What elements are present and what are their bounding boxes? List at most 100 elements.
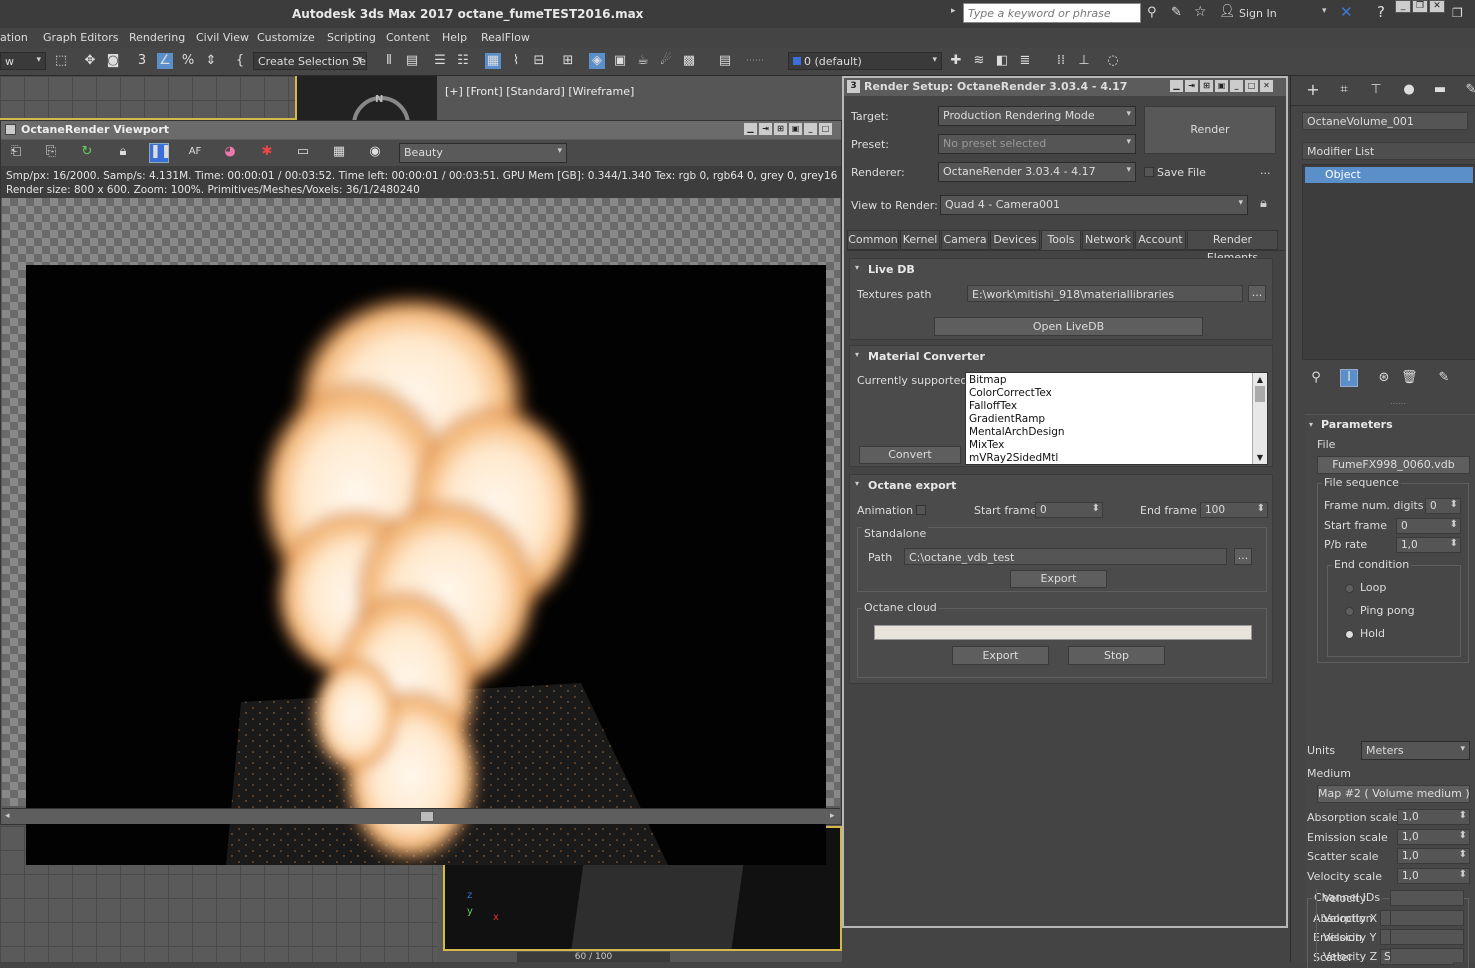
velocity-scale-spinner[interactable]: 1,0 xyxy=(1397,868,1470,884)
end-frame-spinner[interactable]: 100 xyxy=(1200,502,1268,518)
restore-icon[interactable]: ❐ xyxy=(1412,0,1428,13)
color-picker-icon[interactable]: ◕ xyxy=(222,144,238,160)
maximize-panel-icon[interactable]: □ xyxy=(819,123,832,135)
frame-digits-spinner[interactable]: 0 xyxy=(1425,498,1461,514)
motion-tab-icon[interactable]: ● xyxy=(1401,82,1417,98)
ruler-icon[interactable]: ⊥ xyxy=(1076,53,1092,69)
render-activeshade-icon[interactable]: ▩ xyxy=(681,53,697,69)
show-end-result-icon[interactable]: Ⅰ xyxy=(1340,369,1358,387)
float-icon[interactable]: ▣ xyxy=(789,123,802,135)
render-button[interactable]: Render xyxy=(1144,106,1276,154)
tab-network[interactable]: Network xyxy=(1082,230,1134,250)
display-tab-icon[interactable]: ▬ xyxy=(1432,82,1448,98)
scroll-up-icon[interactable]: ▲ xyxy=(1253,373,1267,386)
material-converter-title[interactable]: Material Converter xyxy=(868,350,985,363)
top-left-viewport[interactable] xyxy=(0,76,297,120)
channel-velocity-field[interactable] xyxy=(1390,890,1464,906)
rendered-frame-icon[interactable]: ▣ xyxy=(612,53,628,69)
material-editor-icon[interactable]: ⊞ xyxy=(560,53,576,69)
convert-button[interactable]: Convert xyxy=(859,446,961,464)
help-icon[interactable]: ? xyxy=(1377,3,1385,21)
collapse-icon[interactable]: ▁ xyxy=(744,123,757,135)
expand-arrow-icon[interactable]: ▸ xyxy=(951,6,956,16)
menu-graph-editors[interactable]: Graph Editors xyxy=(43,31,119,44)
layer-dropdown[interactable]: 0 (default) xyxy=(788,52,942,70)
standalone-export-button[interactable]: Export xyxy=(1010,570,1107,588)
emission-scale-spinner[interactable]: 1,0 xyxy=(1397,829,1470,845)
list-item[interactable]: mVRay2SidedMtl xyxy=(969,452,1264,464)
float-icon[interactable]: ▣ xyxy=(1215,80,1228,92)
channel-velocity-z-field[interactable] xyxy=(1390,948,1464,962)
search-input[interactable]: Type a keyword or phrase xyxy=(963,3,1141,23)
octane-export-title[interactable]: Octane export xyxy=(868,479,956,492)
minimize-icon[interactable]: _ xyxy=(1395,0,1411,13)
minimize-panel-icon[interactable]: _ xyxy=(804,123,817,135)
modifier-list-dropdown[interactable]: Modifier List xyxy=(1302,142,1475,160)
ribbon-icon[interactable]: ▦ xyxy=(485,53,501,69)
render-iterative-icon[interactable]: ☄ xyxy=(658,53,674,69)
snap-3d-icon[interactable]: 3 xyxy=(134,53,150,69)
loop-radio[interactable] xyxy=(1345,584,1354,593)
favorites-star-icon[interactable]: ☆ xyxy=(1194,4,1207,20)
lock-icon[interactable]: 🔒︎ xyxy=(115,144,131,160)
target-dropdown[interactable]: Production Rendering Mode xyxy=(938,106,1136,126)
make-unique-icon[interactable]: ⊛ xyxy=(1376,370,1392,386)
align-icon[interactable]: ▤ xyxy=(404,53,420,69)
units-dropdown[interactable]: Meters xyxy=(1361,741,1470,760)
absorption-scale-spinner[interactable]: 1,0 xyxy=(1397,809,1470,825)
rollout-toggle-icon[interactable]: ▾ xyxy=(855,350,859,359)
copy-image-icon[interactable]: ⎘ xyxy=(43,144,59,160)
object-name-field[interactable]: OctaneVolume_001 xyxy=(1302,112,1468,130)
render-setup-icon[interactable]: ◈ xyxy=(589,53,605,69)
panel-resize-grip[interactable]: ⋯⋯ xyxy=(1390,399,1406,408)
mirror-icon[interactable]: ⫴ xyxy=(381,53,397,69)
list-scrollbar[interactable]: ▲ ▼ xyxy=(1252,373,1267,464)
communication-icon[interactable]: ✎ xyxy=(1171,5,1182,20)
layer-explorer-icon[interactable]: ☰ xyxy=(432,53,448,69)
livedb-title[interactable]: Live DB xyxy=(868,263,915,276)
medium-map-button[interactable]: Map #2 ( Volume medium ) xyxy=(1317,785,1470,803)
start-frame-spinner[interactable]: 0 xyxy=(1035,502,1103,518)
close-icon[interactable]: ✕ xyxy=(1260,80,1273,92)
save-file-checkbox[interactable] xyxy=(1144,167,1154,177)
select-by-name-icon[interactable]: ⬚ xyxy=(53,53,69,69)
tab-common[interactable]: Common xyxy=(847,230,899,250)
export-path-field[interactable]: C:\octane_vdb_test xyxy=(904,548,1227,565)
pin-icon[interactable]: ⇥ xyxy=(759,123,772,135)
parameters-title[interactable]: Parameters xyxy=(1321,418,1393,431)
restart-render-icon[interactable]: ↻ xyxy=(79,144,95,160)
create-tab-icon[interactable]: + xyxy=(1305,82,1321,98)
save-image-icon[interactable]: ⎗ xyxy=(8,144,24,160)
channel-velocity-y-field[interactable] xyxy=(1390,929,1464,945)
rollout-toggle-icon[interactable]: ▾ xyxy=(855,479,859,488)
menu-customize[interactable]: Customize xyxy=(257,31,315,44)
animation-checkbox[interactable] xyxy=(916,505,926,515)
create-layer-icon[interactable]: ✚ xyxy=(948,53,964,69)
select-filter-dropdown[interactable]: w xyxy=(0,52,46,70)
layer-visibility-icon[interactable]: ⋯⋯ xyxy=(740,53,770,69)
selection-region-icon[interactable]: ◌ xyxy=(1105,53,1121,69)
percent-snap-icon[interactable]: % xyxy=(180,53,196,69)
hierarchy-tab-icon[interactable]: ⊤ xyxy=(1368,82,1384,98)
restore-window-icon[interactable]: ❐ xyxy=(1452,6,1463,20)
tab-tools[interactable]: Tools xyxy=(1041,230,1081,250)
sign-in-link[interactable]: Sign In xyxy=(1239,7,1277,20)
curve-editor-icon[interactable]: ⌇ xyxy=(508,53,524,69)
af-focus-icon[interactable]: AF xyxy=(187,144,203,160)
textures-browse-button[interactable]: ... xyxy=(1248,285,1266,302)
list-item[interactable]: ColorCorrectTex xyxy=(969,387,1264,400)
user-icon[interactable]: 👤︎ xyxy=(1219,4,1236,19)
scatter-scale-spinner[interactable]: 1,0 xyxy=(1397,848,1470,864)
modify-tab-icon[interactable]: ⌗ xyxy=(1336,82,1352,98)
menu-help[interactable]: Help xyxy=(442,31,467,44)
scroll-thumb[interactable] xyxy=(1255,386,1265,402)
region-render-icon[interactable]: ✱ xyxy=(259,144,275,160)
add-to-layer-icon[interactable]: ◧ xyxy=(994,53,1010,69)
render-setup-titlebar[interactable]: 3 Render Setup: OctaneRender 3.03.4 - 4.… xyxy=(844,78,1286,96)
hold-radio[interactable] xyxy=(1345,630,1354,639)
menu-civil-view[interactable]: Civil View xyxy=(196,31,249,44)
move-icon[interactable]: ✥ xyxy=(82,53,98,69)
binoculars-icon[interactable]: ⚲ xyxy=(1147,5,1157,20)
pause-render-icon[interactable]: ❚❚ xyxy=(149,143,172,163)
minimize-icon[interactable]: _ xyxy=(1230,80,1243,92)
